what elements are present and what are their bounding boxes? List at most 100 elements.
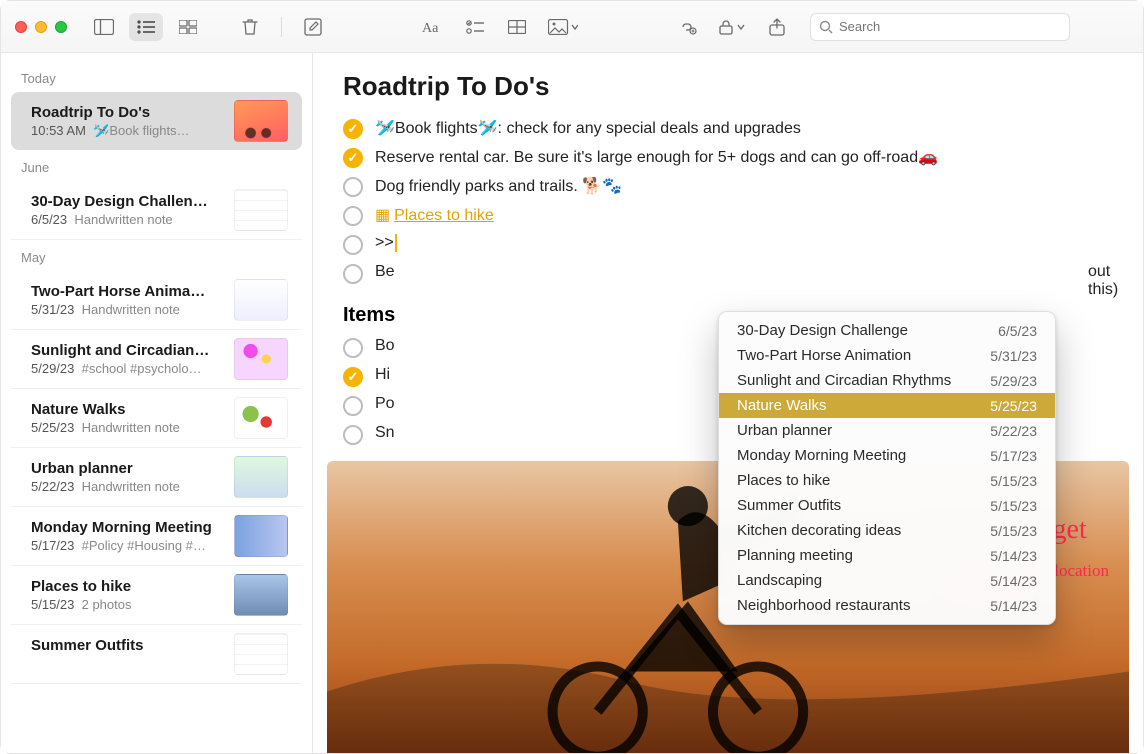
checklist-text[interactable]: Sn bbox=[375, 424, 395, 442]
checklist-bullet[interactable] bbox=[343, 148, 363, 168]
autocomplete-item-title: Landscaping bbox=[737, 572, 822, 589]
note-list-item-title: Nature Walks bbox=[31, 401, 224, 418]
lock-button[interactable] bbox=[712, 13, 752, 41]
autocomplete-item-title: Nature Walks bbox=[737, 397, 826, 414]
fullscreen-window-button[interactable] bbox=[55, 21, 67, 33]
gallery-view-button[interactable] bbox=[171, 13, 205, 41]
search-icon bbox=[819, 20, 833, 34]
note-list-item-meta: 5/15/23 2 photos bbox=[31, 597, 224, 612]
note-list-item-thumbnail bbox=[234, 456, 288, 498]
search-field-wrapper[interactable] bbox=[810, 13, 1070, 41]
search-input[interactable] bbox=[839, 19, 1061, 34]
checklist-text[interactable]: Hi bbox=[375, 366, 390, 384]
note-list-item[interactable]: Summer Outfits bbox=[11, 625, 302, 684]
checklist-text[interactable]: ▦Places to hike bbox=[375, 205, 494, 225]
sidebar-section-label: Today bbox=[1, 61, 312, 92]
autocomplete-item-date: 5/31/23 bbox=[990, 348, 1037, 364]
checklist-item[interactable]: 🛩️Book flights🛩️: check for any special … bbox=[343, 114, 1113, 143]
checklist-text[interactable]: >> bbox=[375, 234, 397, 252]
notes-list-sidebar: Today Roadtrip To Do's 10:53 AM 🛩️Book fli… bbox=[1, 53, 313, 753]
checklist-bullet[interactable] bbox=[343, 396, 363, 416]
window-controls bbox=[15, 21, 67, 33]
checklist-item[interactable]: ▦Places to hike bbox=[343, 201, 1113, 230]
autocomplete-item[interactable]: Planning meeting5/14/23 bbox=[719, 543, 1055, 568]
share-button[interactable] bbox=[760, 13, 794, 41]
autocomplete-item[interactable]: Summer Outfits 5/15/23 bbox=[719, 493, 1055, 518]
note-list-item-thumbnail bbox=[234, 515, 288, 557]
table-button[interactable] bbox=[500, 13, 534, 41]
checklist-bullet[interactable] bbox=[343, 425, 363, 445]
checklist-bullet[interactable] bbox=[343, 367, 363, 387]
note-list-item[interactable]: Sunlight and Circadian… 5/29/23 #school #… bbox=[11, 330, 302, 389]
note-list-item[interactable]: Monday Morning Meeting 5/17/23 #Policy #H… bbox=[11, 507, 302, 566]
note-list-item-title: Two-Part Horse Anima… bbox=[31, 283, 224, 300]
checklist-bullet[interactable] bbox=[343, 119, 363, 139]
note-list-item-meta bbox=[31, 656, 224, 671]
checklist-item[interactable]: Dog friendly parks and trails. 🐕🐾 bbox=[343, 172, 1113, 201]
autocomplete-item-title: 30-Day Design Challenge bbox=[737, 322, 908, 339]
format-button[interactable]: Aa bbox=[416, 13, 450, 41]
autocomplete-item[interactable]: Sunlight and Circadian Rhythms5/29/23 bbox=[719, 368, 1055, 393]
autocomplete-item[interactable]: Urban planner5/22/23 bbox=[719, 418, 1055, 443]
autocomplete-item[interactable]: Kitchen decorating ideas 5/15/23 bbox=[719, 518, 1055, 543]
checklist-text[interactable]: Be bbox=[375, 263, 395, 281]
note-list-item[interactable]: Two-Part Horse Anima…5/31/23 Handwritten… bbox=[11, 271, 302, 330]
autocomplete-item-date: 5/14/23 bbox=[990, 598, 1037, 614]
autocomplete-item-date: 5/15/23 bbox=[990, 498, 1037, 514]
checklist-text[interactable]: Reserve rental car. Be sure it's large e… bbox=[375, 147, 938, 167]
autocomplete-item-date: 5/14/23 bbox=[990, 573, 1037, 589]
minimize-window-button[interactable] bbox=[35, 21, 47, 33]
autocomplete-item[interactable]: Neighborhood restaurants5/14/23 bbox=[719, 593, 1055, 618]
svg-text:Aa: Aa bbox=[422, 21, 439, 35]
autocomplete-item-date: 5/29/23 bbox=[990, 373, 1037, 389]
toggle-sidebar-button[interactable] bbox=[87, 13, 121, 41]
checklist-bullet[interactable] bbox=[343, 338, 363, 358]
autocomplete-item[interactable]: Nature Walks5/25/23 bbox=[719, 393, 1055, 418]
media-button[interactable] bbox=[542, 13, 584, 41]
note-list-item-meta: 5/29/23 #school #psycholo… bbox=[31, 361, 224, 376]
note-list-item-thumbnail bbox=[234, 397, 288, 439]
close-window-button[interactable] bbox=[15, 21, 27, 33]
checklist-item[interactable]: Reserve rental car. Be sure it's large e… bbox=[343, 143, 1113, 172]
note-list-item[interactable]: Places to hike5/15/23 2 photos bbox=[11, 566, 302, 625]
note-list-item[interactable]: 30-Day Design Challen…6/5/23 Handwritten… bbox=[11, 181, 302, 240]
autocomplete-item-title: Two-Part Horse Animation bbox=[737, 347, 911, 364]
note-list-item-title: Monday Morning Meeting bbox=[31, 519, 224, 536]
list-view-button[interactable] bbox=[129, 13, 163, 41]
autocomplete-item[interactable]: 30-Day Design Challenge6/5/23 bbox=[719, 318, 1055, 343]
note-list-item[interactable]: Urban planner5/22/23 Handwritten note bbox=[11, 448, 302, 507]
checklist-bullet[interactable] bbox=[343, 206, 363, 226]
checklist-text[interactable]: Dog friendly parks and trails. 🐕🐾 bbox=[375, 176, 622, 196]
note-list-item[interactable]: Nature Walks 5/25/23 Handwritten note bbox=[11, 389, 302, 448]
note-list-item-meta: 5/17/23 #Policy #Housing #… bbox=[31, 538, 224, 553]
checklist-text[interactable]: 🛩️Book flights🛩️: check for any special … bbox=[375, 118, 801, 138]
note-list-item-meta: 5/25/23 Handwritten note bbox=[31, 420, 224, 435]
checklist-item[interactable]: out this)Be bbox=[343, 259, 1113, 288]
checklist-bullet[interactable] bbox=[343, 177, 363, 197]
note-list-item-thumbnail bbox=[234, 100, 288, 142]
autocomplete-item[interactable]: Two-Part Horse Animation 5/31/23 bbox=[719, 343, 1055, 368]
checklist-bullet[interactable] bbox=[343, 235, 363, 255]
delete-note-button[interactable] bbox=[233, 13, 267, 41]
checklist-item[interactable]: >> bbox=[343, 230, 1113, 259]
note-list-item-meta: 10:53 AM 🛩️Book flights… bbox=[31, 123, 224, 139]
autocomplete-item-title: Summer Outfits bbox=[737, 497, 841, 514]
autocomplete-item-title: Planning meeting bbox=[737, 547, 853, 564]
checklist-button[interactable] bbox=[458, 13, 492, 41]
autocomplete-item[interactable]: Landscaping 5/14/23 bbox=[719, 568, 1055, 593]
autocomplete-item[interactable]: Monday Morning Meeting5/17/23 bbox=[719, 443, 1055, 468]
autocomplete-item-date: 5/15/23 bbox=[990, 523, 1037, 539]
link-note-button[interactable] bbox=[670, 13, 704, 41]
new-note-button[interactable] bbox=[296, 13, 330, 41]
checklist-text[interactable]: Po bbox=[375, 395, 395, 413]
note-list-item[interactable]: Roadtrip To Do's 10:53 AM 🛩️Book flights… bbox=[11, 92, 302, 150]
note-title[interactable]: Roadtrip To Do's bbox=[343, 71, 1113, 102]
autocomplete-item[interactable]: Places to hike5/15/23 bbox=[719, 468, 1055, 493]
checklist-text[interactable]: Bo bbox=[375, 337, 395, 355]
autocomplete-item-title: Kitchen decorating ideas bbox=[737, 522, 901, 539]
note-list-item-title: Sunlight and Circadian… bbox=[31, 342, 224, 359]
checklist-bullet[interactable] bbox=[343, 264, 363, 284]
note-list-item-title: Roadtrip To Do's bbox=[31, 104, 224, 121]
note-list-item-meta: 6/5/23 Handwritten note bbox=[31, 212, 224, 227]
sidebar-section-label: June bbox=[1, 150, 312, 181]
